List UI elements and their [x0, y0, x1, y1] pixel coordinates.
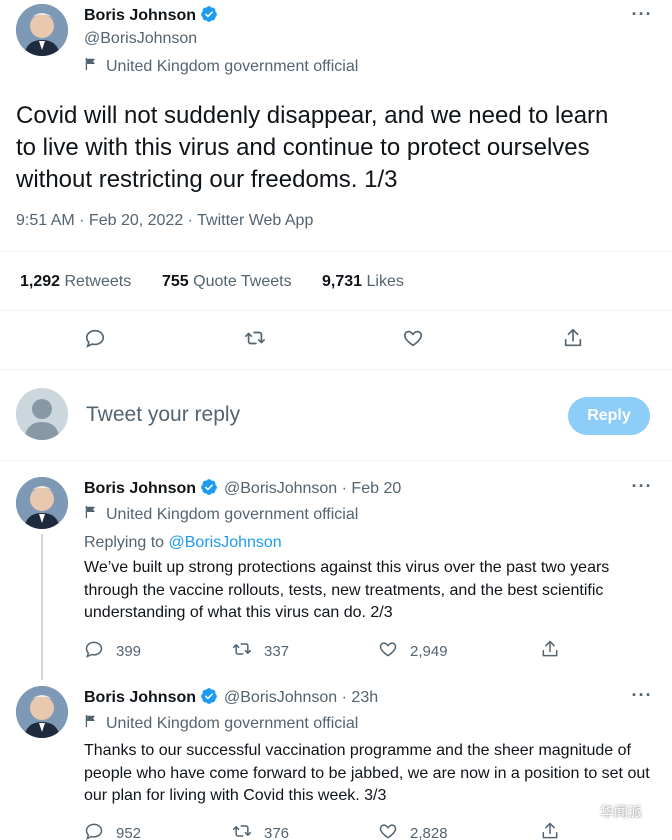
verified-badge-icon [200, 5, 218, 23]
divider [0, 251, 672, 252]
more-options-icon[interactable]: ··· [630, 477, 654, 500]
author-name[interactable]: Boris Johnson [84, 689, 196, 706]
like-count: 2,828 [410, 824, 448, 840]
author-handle-time[interactable]: @BorisJohnson · Feb 20 [224, 480, 401, 497]
divider [0, 310, 672, 311]
author-avatar[interactable] [16, 4, 68, 56]
like-icon[interactable] [378, 639, 398, 663]
gov-label-text: United Kingdom government official [106, 57, 359, 75]
gov-label-text: United Kingdom government official [106, 505, 359, 523]
retweet-action[interactable]: 337 [232, 639, 289, 663]
gov-label: United Kingdom government official [84, 57, 358, 76]
likes-stat[interactable]: 9,731 Likes [322, 273, 404, 291]
gov-label: United Kingdom government official [84, 714, 358, 733]
like-action[interactable]: 2,949 [378, 639, 448, 663]
reply-icon[interactable] [84, 821, 104, 840]
share-icon[interactable] [540, 639, 560, 663]
retweet-action[interactable]: 376 [232, 821, 289, 840]
like-icon[interactable] [378, 821, 398, 840]
retweet-icon[interactable] [244, 327, 266, 349]
tweet-meta: 9:51 AM · Feb 20, 2022 · Twitter Web App [16, 212, 314, 229]
replying-to: Replying to @BorisJohnson [84, 534, 282, 551]
tweet-text: We’ve built up strong protections agains… [84, 559, 610, 621]
author-name[interactable]: Boris Johnson [84, 480, 196, 497]
replying-to-handle-link[interactable]: @BorisJohnson [169, 534, 282, 551]
retweets-stat[interactable]: 1,292 Retweets [20, 273, 131, 291]
retweet-count: 376 [264, 824, 290, 840]
divider [0, 460, 672, 461]
like-count: 2,949 [410, 642, 448, 660]
retweet-icon[interactable] [232, 639, 252, 663]
wechat-icon [571, 801, 594, 822]
author-handle-time[interactable]: @BorisJohnson · 23h [224, 689, 378, 706]
watermark-text: 华闻派 [600, 803, 642, 820]
author-name[interactable]: Boris Johnson [84, 7, 196, 24]
share-icon[interactable] [540, 821, 560, 840]
share-action[interactable] [540, 821, 560, 840]
divider [0, 369, 672, 370]
verified-badge-icon [200, 478, 218, 496]
share-action[interactable] [540, 639, 560, 663]
flag-icon [84, 714, 98, 733]
retweet-icon[interactable] [232, 821, 252, 840]
tweet-text: Thanks to our successful vaccination pro… [84, 742, 650, 804]
quote-tweets-stat[interactable]: 755 Quote Tweets [162, 273, 292, 291]
reply-action[interactable]: 399 [84, 639, 141, 663]
author-avatar[interactable] [16, 686, 68, 738]
flag-icon [84, 57, 98, 76]
reply-count: 952 [116, 824, 142, 840]
author-handle[interactable]: @BorisJohnson [84, 30, 197, 48]
author-avatar[interactable] [16, 477, 68, 529]
reply-icon[interactable] [84, 327, 106, 349]
watermark: 华闻派 [571, 801, 642, 822]
user-avatar [16, 388, 68, 440]
flag-icon [84, 505, 98, 524]
reply-input[interactable]: Tweet your reply [86, 403, 240, 427]
share-icon[interactable] [562, 327, 584, 349]
reply-count: 399 [116, 642, 142, 660]
tweet-text: Covid will not suddenly disappear, and w… [16, 102, 609, 193]
verified-badge-icon [200, 687, 218, 705]
gov-label: United Kingdom government official [84, 505, 358, 524]
reply-button[interactable]: Reply [568, 397, 650, 435]
gov-label-text: United Kingdom government official [106, 714, 359, 732]
thread-line [41, 534, 43, 680]
retweet-count: 337 [264, 642, 290, 660]
more-options-icon[interactable]: ··· [630, 5, 654, 28]
reply-icon[interactable] [84, 639, 104, 663]
more-options-icon[interactable]: ··· [630, 686, 654, 709]
like-action[interactable]: 2,828 [378, 821, 448, 840]
reply-action[interactable]: 952 [84, 821, 141, 840]
like-icon[interactable] [402, 327, 424, 349]
